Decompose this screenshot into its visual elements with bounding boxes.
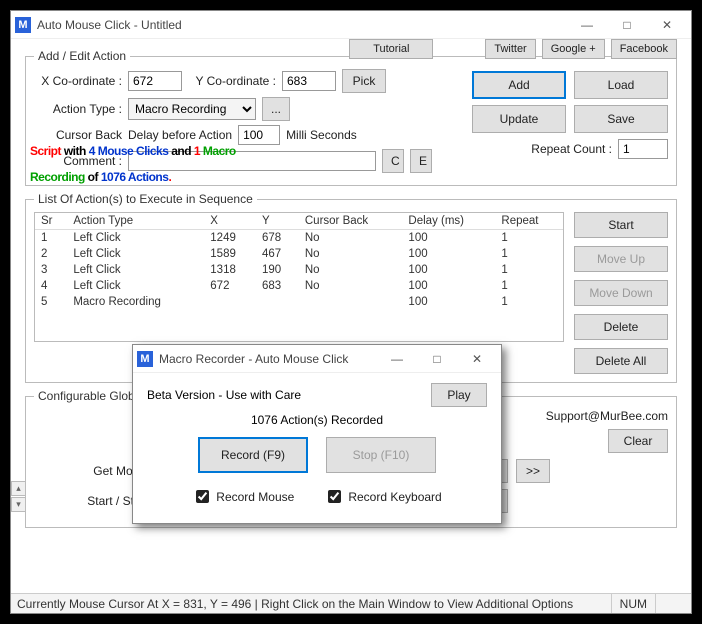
add-button[interactable]: Add <box>472 71 566 99</box>
recorder-title: Macro Recorder - Auto Mouse Click <box>159 352 377 366</box>
config-legend: Configurable Global <box>34 389 148 403</box>
recorder-titlebar: M Macro Recorder - Auto Mouse Click — □ … <box>133 345 501 373</box>
delete-all-button[interactable]: Delete All <box>574 348 668 374</box>
stop-button[interactable]: Stop (F10) <box>326 437 436 473</box>
play-button[interactable]: Play <box>431 383 487 407</box>
recorder-maximize-button[interactable]: □ <box>417 347 457 371</box>
repeat-input[interactable] <box>618 139 668 159</box>
app-icon: M <box>15 17 31 33</box>
cursor-back-label: Cursor Back <box>34 128 122 142</box>
window-title: Auto Mouse Click - Untitled <box>37 18 567 32</box>
pick-button[interactable]: Pick <box>342 69 386 93</box>
move-down-button[interactable]: Move Down <box>574 280 668 306</box>
record-mouse-checkbox[interactable]: Record Mouse <box>192 487 294 506</box>
twitter-button[interactable]: Twitter <box>485 39 535 59</box>
table-row[interactable]: 2Left Click1589467No1001 <box>35 246 563 262</box>
repeat-label: Repeat Count : <box>531 142 612 156</box>
action-table: SrAction TypeXYCursor BackDelay (ms)Repe… <box>35 213 563 310</box>
facebook-button[interactable]: Facebook <box>611 39 677 59</box>
clear-button-1[interactable]: Clear <box>608 429 668 453</box>
save-button[interactable]: Save <box>574 105 668 133</box>
minimize-button[interactable]: — <box>567 13 607 37</box>
action-table-wrap[interactable]: SrAction TypeXYCursor BackDelay (ms)Repe… <box>34 212 564 342</box>
move-up-button[interactable]: Move Up <box>574 246 668 272</box>
table-row[interactable]: 4Left Click672683No1001 <box>35 278 563 294</box>
status-empty-cell <box>655 594 685 613</box>
y-label: Y Co-ordinate : <box>188 74 276 88</box>
recorder-minimize-button[interactable]: — <box>377 347 417 371</box>
recorder-app-icon: M <box>137 351 153 367</box>
table-row[interactable]: 3Left Click1318190No1001 <box>35 262 563 278</box>
action-type-select[interactable]: Macro Recording <box>128 98 256 120</box>
google-button[interactable]: Google + <box>542 39 605 59</box>
column-header[interactable]: Y <box>256 213 299 230</box>
recorder-dialog: M Macro Recorder - Auto Mouse Click — □ … <box>132 344 502 524</box>
table-row[interactable]: 5Macro Recording1001 <box>35 294 563 310</box>
column-header[interactable]: X <box>204 213 256 230</box>
ms-label: Milli Seconds <box>286 128 357 142</box>
y-input[interactable] <box>282 71 336 91</box>
e-button[interactable]: E <box>410 149 432 173</box>
action-ellipsis-button[interactable]: ... <box>262 97 290 121</box>
comment-input[interactable] <box>128 151 376 171</box>
action-type-label: Action Type : <box>34 102 122 116</box>
titlebar: M Auto Mouse Click - Untitled — □ ✕ <box>11 11 691 39</box>
tutorial-button[interactable]: Tutorial <box>349 39 433 59</box>
c-button[interactable]: C <box>382 149 404 173</box>
add-edit-group: Add / Edit Action X Co-ordinate : Y Co-o… <box>25 49 677 186</box>
scroll-up-icon[interactable]: ▴ <box>11 481 26 496</box>
delay-label: Delay before Action <box>128 128 232 142</box>
close-button[interactable]: ✕ <box>647 13 687 37</box>
column-header[interactable]: Cursor Back <box>299 213 403 230</box>
load-button[interactable]: Load <box>574 71 668 99</box>
delete-button[interactable]: Delete <box>574 314 668 340</box>
status-text: Currently Mouse Cursor At X = 831, Y = 4… <box>17 597 573 611</box>
x-input[interactable] <box>128 71 182 91</box>
support-link[interactable]: Support@MurBee.com <box>546 409 668 423</box>
status-bar: Currently Mouse Cursor At X = 831, Y = 4… <box>11 593 691 613</box>
recorded-count: 1076 Action(s) Recorded <box>147 413 487 427</box>
update-button[interactable]: Update <box>472 105 566 133</box>
num-lock-indicator: NUM <box>611 594 655 613</box>
recorder-close-button[interactable]: ✕ <box>457 347 497 371</box>
column-header[interactable]: Delay (ms) <box>402 213 495 230</box>
more-button[interactable]: >> <box>516 459 550 483</box>
delay-input[interactable] <box>238 125 280 145</box>
record-button[interactable]: Record (F9) <box>198 437 308 473</box>
add-edit-legend: Add / Edit Action <box>34 49 130 63</box>
start-button[interactable]: Start <box>574 212 668 238</box>
column-header[interactable]: Action Type <box>67 213 204 230</box>
x-label: X Co-ordinate : <box>34 74 122 88</box>
record-keyboard-checkbox[interactable]: Record Keyboard <box>324 487 441 506</box>
beta-label: Beta Version - Use with Care <box>147 388 301 402</box>
action-list-legend: List Of Action(s) to Execute in Sequence <box>34 192 257 206</box>
comment-label: Comment : <box>34 154 122 168</box>
scroll-down-icon[interactable]: ▾ <box>11 497 26 512</box>
column-header[interactable]: Repeat <box>495 213 563 230</box>
table-row[interactable]: 1Left Click1249678No1001 <box>35 230 563 247</box>
column-header[interactable]: Sr <box>35 213 67 230</box>
maximize-button[interactable]: □ <box>607 13 647 37</box>
